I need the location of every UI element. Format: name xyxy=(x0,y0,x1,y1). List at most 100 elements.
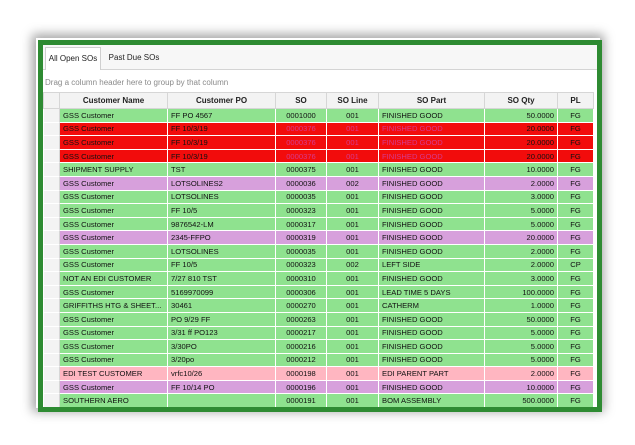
cell-so[interactable]: 0000306 xyxy=(275,284,327,300)
cell-pl[interactable]: FG xyxy=(557,325,594,341)
cell-so-line[interactable]: 001 xyxy=(326,352,379,368)
row-indicator[interactable] xyxy=(43,148,60,164)
cell-pl[interactable]: FG xyxy=(557,148,594,164)
cell-customer-po[interactable]: FF 10/5 xyxy=(167,203,276,218)
cell-customer-name[interactable]: GSS Customer xyxy=(59,379,168,395)
cell-so-line[interactable]: 001 xyxy=(326,325,379,341)
cell-so-part[interactable]: FINISHED GOOD xyxy=(378,230,485,245)
cell-so[interactable]: 0000196 xyxy=(275,379,327,395)
cell-so-qty[interactable]: 20.0000 xyxy=(484,121,558,137)
table-row[interactable]: EDI TEST CUSTOMER vrfc10/26 0000198 001 EDI … xyxy=(43,366,594,381)
table-row[interactable]: GSS Customer FF 10/14 PO 0000196 001 FINISHE… xyxy=(43,379,594,395)
cell-so-qty[interactable]: 50.0000 xyxy=(484,108,558,123)
cell-so-qty[interactable]: 5.0000 xyxy=(484,203,558,218)
table-row[interactable]: GSS Customer LOTSOLINES 0000035 001 FINISHED… xyxy=(43,243,594,259)
row-indicator[interactable] xyxy=(43,230,60,245)
cell-so[interactable]: 0000035 xyxy=(275,189,327,205)
cell-pl[interactable]: FG xyxy=(557,352,594,368)
cell-so-qty[interactable]: 3.0000 xyxy=(484,189,558,205)
cell-customer-po[interactable]: 3/31 ff PO123 xyxy=(167,325,276,341)
cell-so-line[interactable]: 001 xyxy=(326,339,379,354)
cell-so-line[interactable]: 001 xyxy=(326,366,379,381)
cell-pl[interactable]: FG xyxy=(557,311,594,327)
cell-so-part[interactable]: FINISHED GOOD xyxy=(378,243,485,259)
cell-pl[interactable]: FG xyxy=(557,175,594,191)
cell-so-part[interactable]: BOM ASSEMBLY xyxy=(378,393,485,407)
cell-customer-po[interactable]: 5169970099 xyxy=(167,284,276,300)
cell-so-part[interactable]: FINISHED GOOD xyxy=(378,379,485,395)
row-indicator[interactable] xyxy=(43,203,60,218)
row-indicator[interactable] xyxy=(43,108,60,123)
cell-so-part[interactable]: FINISHED GOOD xyxy=(378,216,485,232)
table-row[interactable]: GSS Customer FF 10/5 0000323 001 FINISHED GO… xyxy=(43,203,594,218)
cell-customer-name[interactable]: GSS Customer xyxy=(59,339,168,354)
cell-so[interactable]: 0000376 xyxy=(275,121,327,137)
cell-customer-name[interactable]: GSS Customer xyxy=(59,189,168,205)
cell-so-line[interactable]: 001 xyxy=(326,230,379,245)
cell-so-qty[interactable]: 2.0000 xyxy=(484,243,558,259)
cell-customer-po[interactable]: TST xyxy=(167,162,276,177)
row-indicator[interactable] xyxy=(43,284,60,300)
cell-customer-name[interactable]: GSS Customer xyxy=(59,284,168,300)
cell-so-part[interactable]: FINISHED GOOD xyxy=(378,271,485,286)
cell-so-qty[interactable]: 20.0000 xyxy=(484,148,558,164)
cell-so-qty[interactable]: 5.0000 xyxy=(484,339,558,354)
cell-customer-po[interactable]: FF PO 4567 xyxy=(167,108,276,123)
cell-customer-po[interactable]: LOTSOLINES xyxy=(167,243,276,259)
cell-pl[interactable]: FG xyxy=(557,379,594,395)
table-row[interactable]: GSS Customer FF 10/3/19 0000376 001 FINISHED… xyxy=(43,135,594,150)
cell-so-qty[interactable]: 2.0000 xyxy=(484,175,558,191)
cell-so[interactable]: 0000319 xyxy=(275,230,327,245)
cell-so-line[interactable]: 001 xyxy=(326,284,379,300)
cell-so[interactable]: 0000263 xyxy=(275,311,327,327)
cell-so[interactable]: 0000036 xyxy=(275,175,327,191)
cell-so-part[interactable]: FINISHED GOOD xyxy=(378,175,485,191)
cell-customer-po[interactable]: FF 10/5 xyxy=(167,257,276,273)
cell-so[interactable]: 0000376 xyxy=(275,135,327,150)
cell-customer-po[interactable]: 3/20po xyxy=(167,352,276,368)
table-row[interactable]: GSS Customer FF 10/3/19 0000376 001 FINISHED… xyxy=(43,148,594,164)
table-row[interactable]: GSS Customer PO 9/29 FF 0000263 001 FINISHED… xyxy=(43,311,594,327)
cell-customer-name[interactable]: GRIFFITHS HTG & SHEET... xyxy=(59,298,168,313)
cell-so[interactable]: 0000376 xyxy=(275,148,327,164)
table-row[interactable]: GSS Customer 3/20po 0000212 001 FINISHED GOO… xyxy=(43,352,594,368)
cell-so-part[interactable]: FINISHED GOOD xyxy=(378,352,485,368)
cell-customer-po[interactable]: 7/27 810 TST xyxy=(167,271,276,286)
column-header-so-line[interactable]: SO Line xyxy=(326,92,379,109)
cell-customer-name[interactable]: GSS Customer xyxy=(59,108,168,123)
cell-so-line[interactable]: 001 xyxy=(326,243,379,259)
table-row[interactable]: SHIPMENT SUPPLY TST 0000375 001 FINISHED GOO… xyxy=(43,162,594,177)
cell-so-part[interactable]: FINISHED GOOD xyxy=(378,311,485,327)
cell-so[interactable]: 0000217 xyxy=(275,325,327,341)
table-row[interactable]: SOUTHERN AERO 0000191 001 BOM ASSEMBLY 500.0… xyxy=(43,393,594,407)
cell-so-line[interactable]: 001 xyxy=(326,135,379,150)
cell-so-qty[interactable]: 5.0000 xyxy=(484,216,558,232)
cell-so-qty[interactable]: 50.0000 xyxy=(484,311,558,327)
table-row[interactable]: NOT AN EDI CUSTOMER 7/27 810 TST 0000310 00… xyxy=(43,271,594,286)
cell-pl[interactable]: FG xyxy=(557,203,594,218)
cell-so-line[interactable]: 002 xyxy=(326,175,379,191)
column-header-so-part[interactable]: SO Part xyxy=(378,92,485,109)
cell-customer-po[interactable]: 3/30PO xyxy=(167,339,276,354)
cell-pl[interactable]: FG xyxy=(557,284,594,300)
cell-customer-name[interactable]: GSS Customer xyxy=(59,216,168,232)
row-indicator[interactable] xyxy=(43,366,60,381)
cell-pl[interactable]: FG xyxy=(557,135,594,150)
cell-customer-name[interactable]: SHIPMENT SUPPLY xyxy=(59,162,168,177)
cell-so-line[interactable]: 001 xyxy=(326,108,379,123)
cell-so[interactable]: 0000216 xyxy=(275,339,327,354)
cell-so-qty[interactable]: 20.0000 xyxy=(484,135,558,150)
cell-so-qty[interactable]: 2.0000 xyxy=(484,366,558,381)
cell-so-qty[interactable]: 500.0000 xyxy=(484,393,558,407)
table-row[interactable]: GSS Customer 3/31 ff PO123 0000217 001 FINIS… xyxy=(43,325,594,341)
cell-customer-name[interactable]: GSS Customer xyxy=(59,352,168,368)
cell-customer-name[interactable]: NOT AN EDI CUSTOMER xyxy=(59,271,168,286)
cell-so[interactable]: 0000323 xyxy=(275,257,327,273)
cell-so-part[interactable]: FINISHED GOOD xyxy=(378,162,485,177)
row-indicator[interactable] xyxy=(43,121,60,137)
tab-all-open-sos[interactable]: All Open SOs xyxy=(45,47,101,70)
row-indicator[interactable] xyxy=(43,298,60,313)
row-indicator[interactable] xyxy=(43,216,60,232)
cell-customer-name[interactable]: GSS Customer xyxy=(59,121,168,137)
cell-so[interactable]: 0000191 xyxy=(275,393,327,407)
